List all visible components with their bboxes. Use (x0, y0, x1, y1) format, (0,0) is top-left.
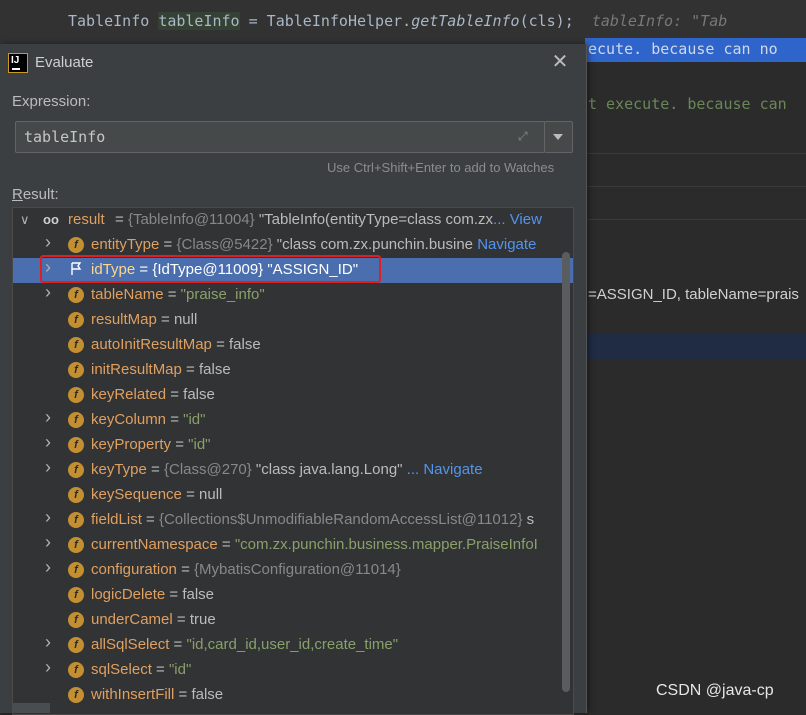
chevron-right-icon[interactable]: › (45, 433, 55, 451)
tree-row-initResultMap[interactable]: f initResultMap = false (13, 358, 573, 383)
field-icon: f (68, 612, 84, 628)
watermark: CSDN @java-cp (656, 682, 774, 699)
editor-divider (585, 219, 806, 220)
tree-row-keyRelated[interactable]: f keyRelated = false (13, 383, 573, 408)
evaluate-dialog: IJ Evaluate ✕ Expression: tableInfo ⤢ Us… (0, 44, 587, 715)
field-icon: f (68, 687, 84, 703)
tree-row-label: sqlSelect = "id" (91, 661, 192, 678)
tree-row-label: underCamel = true (91, 611, 216, 628)
editor-tostring-text: =ASSIGN_ID, tableName=prais (588, 286, 799, 303)
close-button[interactable]: ✕ (548, 50, 572, 74)
chevron-right-icon[interactable]: › (45, 533, 55, 551)
tree-row-label: autoInitResultMap = false (91, 336, 261, 353)
dialog-title-bar[interactable]: IJ Evaluate ✕ (0, 44, 586, 82)
field-icon: f (68, 287, 84, 303)
result-label: Result: (12, 186, 59, 203)
field-icon: f (68, 237, 84, 253)
editor-divider (585, 186, 806, 187)
tree-row-resultMap[interactable]: f resultMap = null (13, 308, 573, 333)
bottom-scroll-corner (12, 703, 50, 713)
field-icon: f (68, 387, 84, 403)
tree-row-fieldList[interactable]: › f fieldList = {Collections$UnmodifiableR… (13, 508, 573, 533)
tree-row-underCamel[interactable]: f underCamel = true (13, 608, 573, 633)
field-icon: f (68, 337, 84, 353)
tree-row-currentNamespace[interactable]: › f currentNamespace = "com.zx.punchin.bus… (13, 533, 573, 558)
field-icon: f (68, 312, 84, 328)
chevron-down-icon[interactable]: ∨ (20, 213, 30, 227)
field-icon: f (68, 487, 84, 503)
highlight-annotation-box (40, 255, 381, 283)
tree-row-label: initResultMap = false (91, 361, 231, 378)
tree-row-label: keyRelated = false (91, 386, 215, 403)
tree-row-tableName[interactable]: › f tableName = "praise_info" (13, 283, 573, 308)
chevron-right-icon[interactable]: › (45, 558, 55, 576)
tree-row-sqlSelect[interactable]: › f sqlSelect = "id" (13, 658, 573, 683)
expression-label: Expression: (12, 93, 91, 110)
tree-row-label: resultMap = null (91, 311, 198, 328)
field-icon: f (68, 637, 84, 653)
chevron-right-icon[interactable]: › (45, 408, 55, 426)
field-icon: f (68, 562, 84, 578)
tree-row-keyType[interactable]: › f keyType = {Class@270} "class java.lang… (13, 458, 573, 483)
field-icon: f (68, 362, 84, 378)
chevron-right-icon[interactable]: › (45, 658, 55, 676)
expression-input-value[interactable]: tableInfo (24, 128, 105, 146)
tree-row-autoInitResultMap[interactable]: f autoInitResultMap = false (13, 333, 573, 358)
tree-row-allSqlSelect[interactable]: › f allSqlSelect = "id,card_id,user_id,cre… (13, 633, 573, 658)
tree-row-logicDelete[interactable]: f logicDelete = false (13, 583, 573, 608)
tree-row-withInsertFill[interactable]: f withInsertFill = false (13, 683, 573, 708)
tree-row-label: currentNamespace = "com.zx.punchin.busin… (91, 536, 538, 553)
tree-row-keyColumn[interactable]: › f keyColumn = "id" (13, 408, 573, 433)
field-icon: f (68, 437, 84, 453)
tree-row-configuration[interactable]: › f configuration = {MybatisConfiguration@… (13, 558, 573, 583)
field-icon: f (68, 462, 84, 478)
tree-row-label: configuration = {MybatisConfiguration@11… (91, 561, 401, 578)
tree-row-label: keyProperty = "id" (91, 436, 211, 453)
field-icon: f (68, 412, 84, 428)
tree-row-label: tableName = "praise_info" (91, 286, 265, 303)
expand-editor-icon[interactable]: ⤢ (518, 129, 532, 143)
chevron-right-icon[interactable]: › (45, 283, 55, 301)
tree-row-label: keySequence = null (91, 486, 223, 503)
tree-row-keySequence[interactable]: f keySequence = null (13, 483, 573, 508)
editor-highlight-line (585, 333, 806, 359)
tree-root-row[interactable]: ∨ oo result = {TableInfo@11004} "TableIn… (13, 208, 573, 233)
dialog-title: Evaluate (35, 54, 94, 71)
tree-row-label: keyType = {Class@270} "class java.lang.L… (91, 461, 483, 478)
tree-scrollbar[interactable] (562, 252, 570, 692)
add-to-watches-hint: Use Ctrl+Shift+Enter to add to Watches (327, 160, 555, 175)
tree-root-value: = {TableInfo@11004} "TableInfo(entityTyp… (115, 211, 542, 228)
tree-row-label: logicDelete = false (91, 586, 215, 603)
chevron-right-icon[interactable]: › (45, 508, 55, 526)
chevron-right-icon[interactable]: › (45, 633, 55, 651)
intellij-logo-icon: IJ (8, 53, 28, 73)
tree-row-label: allSqlSelect = "id,card_id,user_id,creat… (91, 636, 399, 653)
tree-row-label: withInsertFill = false (91, 686, 224, 703)
tree-row-label: keyColumn = "id" (91, 411, 206, 428)
tree-row-label: entityType = {Class@5422} "class com.zx.… (91, 236, 537, 253)
field-icon: f (68, 587, 84, 603)
expression-input[interactable]: tableInfo ⤢ (15, 121, 545, 153)
chevron-right-icon[interactable]: › (45, 458, 55, 476)
field-icon: f (68, 512, 84, 528)
tree-row-label: fieldList = {Collections$UnmodifiableRan… (91, 511, 535, 528)
editor-code-text: TableInfo tableInfo = TableInfoHelper.ge… (68, 12, 728, 30)
editor-warning-text-2: t execute. because can (588, 95, 787, 113)
close-icon: ✕ (551, 51, 569, 73)
result-tree[interactable]: ∨ oo result = {TableInfo@11004} "TableIn… (12, 207, 574, 715)
field-icon: f (68, 537, 84, 553)
editor-divider (585, 153, 806, 154)
tree-root-name: result (68, 211, 105, 228)
watch-glasses-icon: oo (43, 212, 59, 227)
chevron-right-icon[interactable]: › (45, 233, 55, 251)
tree-row-keyProperty[interactable]: › f keyProperty = "id" (13, 433, 573, 458)
expression-history-dropdown[interactable] (544, 121, 573, 153)
editor-warning-text: ecute. because can no (588, 40, 778, 58)
field-icon: f (68, 662, 84, 678)
